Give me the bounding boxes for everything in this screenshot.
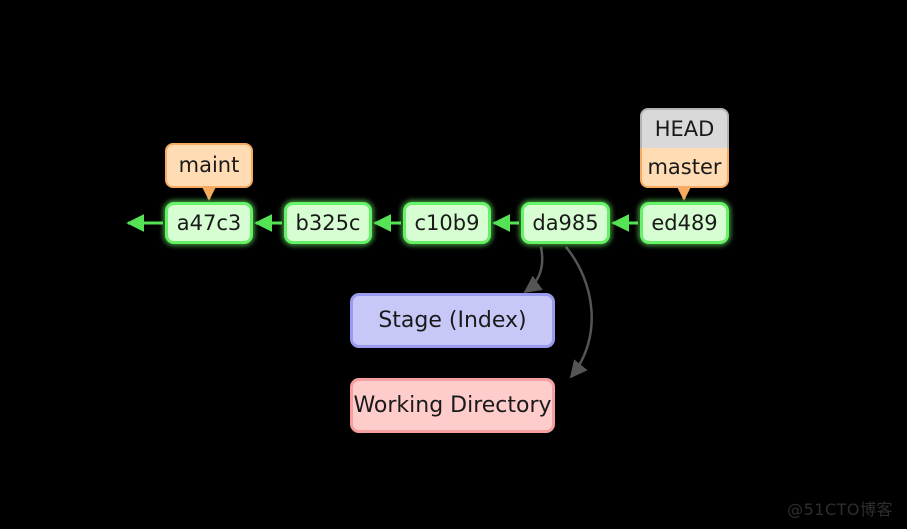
branch-label-master-text: master — [647, 154, 722, 179]
working-directory-box[interactable]: Working Directory — [350, 378, 555, 433]
branch-label-maint[interactable]: maint — [165, 143, 253, 188]
diagram-edges — [126, 182, 693, 379]
branch-label-master[interactable]: master — [640, 148, 729, 188]
commit-label: ed489 — [651, 210, 718, 235]
commit-label: a47c3 — [176, 210, 242, 235]
commit-node-c10b9[interactable]: c10b9 — [403, 202, 491, 244]
branch-label-maint-text: maint — [178, 153, 240, 177]
head-pointer[interactable]: HEAD — [640, 108, 729, 148]
diagram-canvas: HEAD master maint a47c3 b325c c10b9 da98… — [0, 0, 907, 529]
commit-label: da985 — [532, 210, 599, 235]
head-label: HEAD — [654, 116, 715, 141]
commit-node-ed489[interactable]: ed489 — [640, 202, 729, 244]
working-directory-label: Working Directory — [353, 392, 552, 418]
watermark: @51CTO博客 — [787, 500, 893, 519]
stage-index-label: Stage (Index) — [378, 307, 527, 333]
commit-node-da985[interactable]: da985 — [521, 202, 610, 244]
commit-node-a47c3[interactable]: a47c3 — [165, 202, 253, 244]
stage-index-box[interactable]: Stage (Index) — [350, 293, 555, 348]
commit-label: c10b9 — [414, 210, 480, 235]
commit-node-b325c[interactable]: b325c — [284, 202, 372, 244]
edge-da985-to-working-directory — [565, 246, 593, 379]
edge-da985-to-stage — [523, 246, 544, 294]
commit-label: b325c — [295, 210, 361, 235]
